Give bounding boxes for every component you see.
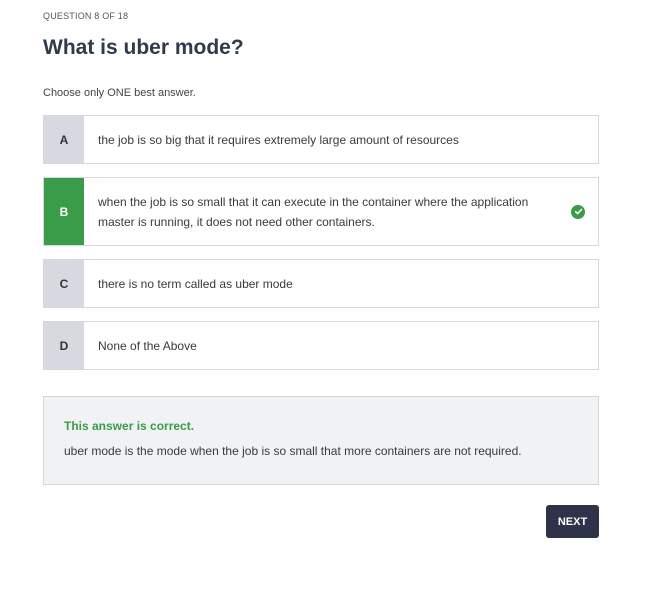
option-letter: C <box>44 260 84 307</box>
answer-option-d[interactable]: D None of the Above <box>43 321 599 370</box>
option-letter: D <box>44 322 84 369</box>
correct-indicator <box>558 178 598 245</box>
option-letter: A <box>44 116 84 163</box>
next-button[interactable]: NEXT <box>546 505 599 538</box>
option-letter: B <box>44 178 84 245</box>
answer-option-a[interactable]: A the job is so big that it requires ext… <box>43 115 599 164</box>
feedback-title: This answer is correct. <box>64 419 195 433</box>
question-title: What is uber mode? <box>43 36 244 59</box>
answer-feedback-panel: This answer is correct. uber mode is the… <box>43 396 599 485</box>
option-text: there is no term called as uber mode <box>98 276 293 291</box>
question-counter: QUESTION 8 OF 18 <box>43 11 129 21</box>
option-text: None of the Above <box>98 338 197 353</box>
check-circle-icon <box>571 204 585 219</box>
quiz-page: QUESTION 8 OF 18 What is uber mode? Choo… <box>0 0 647 592</box>
answer-option-b[interactable]: B when the job is so small that it can e… <box>43 177 599 246</box>
answer-option-c[interactable]: C there is no term called as uber mode <box>43 259 599 308</box>
question-instruction: Choose only ONE best answer. <box>43 87 196 99</box>
option-text: when the job is so small that it can exe… <box>98 194 529 229</box>
option-text: the job is so big that it requires extre… <box>98 132 459 147</box>
feedback-explanation: uber mode is the mode when the job is so… <box>64 444 522 458</box>
